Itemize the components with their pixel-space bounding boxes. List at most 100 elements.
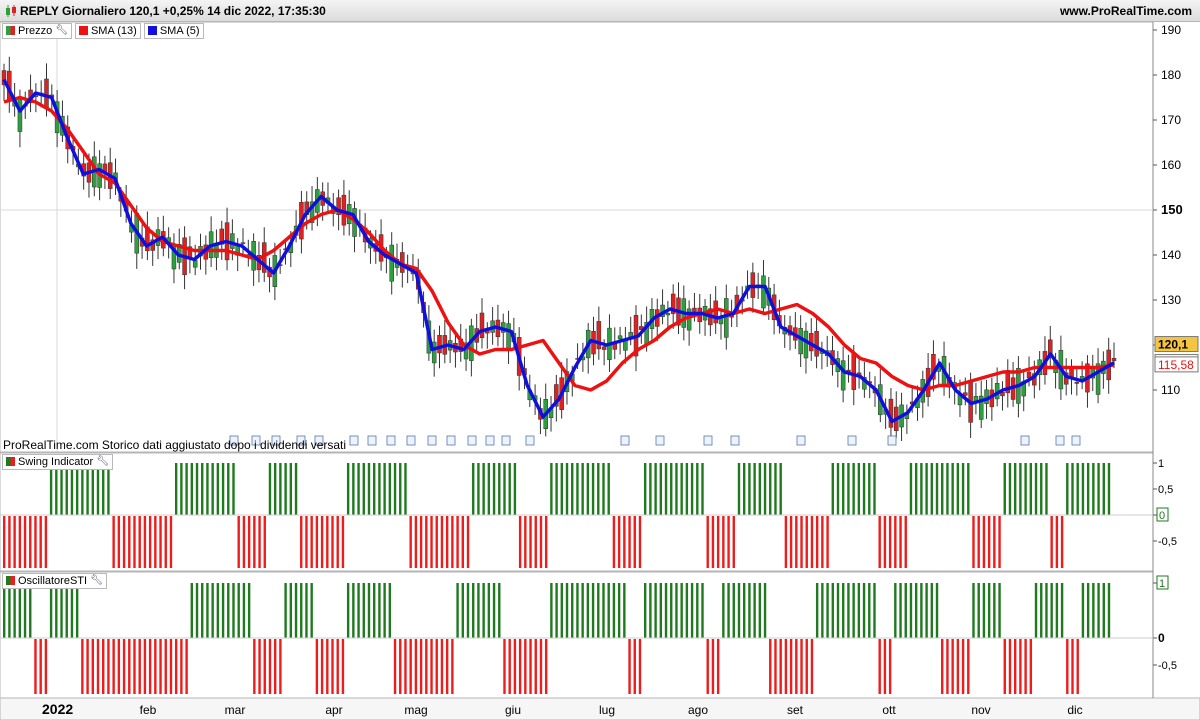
swing-bar: [164, 516, 167, 568]
swing-bar: [654, 463, 657, 515]
dividend-icon: [501, 435, 511, 446]
osc-bar: [852, 583, 855, 638]
swing-bar: [305, 516, 308, 568]
osc-bar: [336, 639, 339, 694]
swing-bar: [748, 463, 751, 515]
osc-bar: [195, 583, 199, 638]
swing-bar: [65, 463, 68, 515]
osc-bar: [122, 639, 126, 694]
swing-bar: [326, 516, 329, 568]
swing-bar: [112, 516, 115, 568]
swing-bar: [440, 516, 444, 568]
swing-bar: [555, 463, 558, 515]
chart-canvas[interactable]: 1901801701601501401301201102022febmarapr…: [0, 0, 1200, 720]
osc-bar: [1107, 583, 1111, 638]
candle-body: [601, 346, 607, 350]
y-tick-label: 110: [1161, 383, 1180, 397]
osc-bar: [815, 583, 819, 638]
swing-bar: [1071, 463, 1074, 515]
swing-bar: [831, 463, 834, 515]
osc-bar: [513, 639, 517, 694]
candle-body: [479, 312, 485, 339]
osc-bar: [555, 583, 558, 638]
swing-bar: [180, 463, 183, 515]
swing-bar: [993, 516, 996, 568]
swing-bar: [331, 516, 334, 568]
swing-bar: [284, 463, 287, 515]
swing-bar: [795, 516, 798, 568]
swing-bar: [1019, 463, 1022, 515]
swing-bar: [461, 516, 464, 568]
osc-bar: [878, 639, 881, 694]
osc-bar: [935, 583, 939, 638]
osc-bar: [289, 583, 293, 638]
candle-body: [1026, 371, 1032, 378]
osc-bar: [941, 639, 944, 694]
osc-bar: [461, 583, 464, 638]
swing-bar: [769, 463, 772, 515]
osc-swatch-icon: [6, 576, 15, 585]
swing-bar: [914, 463, 918, 515]
swing-bar: [1081, 463, 1085, 515]
swing-bar: [148, 516, 152, 568]
osc-y-tick-label: 0: [1158, 631, 1165, 645]
wrench-icon[interactable]: 🔧︎: [96, 456, 109, 467]
swing-bar: [576, 463, 579, 515]
osc-bar: [1003, 639, 1006, 694]
candle-body: [798, 328, 803, 355]
swing-bar: [29, 516, 32, 568]
wrench-icon[interactable]: 🔧︎: [90, 575, 103, 586]
swing-bar: [774, 463, 777, 515]
osc-bar: [550, 583, 553, 638]
osc-bar: [357, 583, 360, 638]
swing-bar: [211, 463, 214, 515]
swing-bar: [55, 463, 58, 515]
candle-body: [17, 97, 23, 132]
osc-bar: [482, 583, 485, 638]
swing-bar: [591, 463, 595, 515]
dividend-icon: [887, 435, 897, 446]
swing-bar: [904, 516, 907, 568]
site-link[interactable]: www.ProRealTime.com: [1060, 4, 1192, 18]
legend-price[interactable]: Prezzo 🔧︎: [2, 22, 72, 39]
osc-bar: [508, 639, 511, 694]
swing-bar: [388, 463, 392, 515]
swing-bar: [977, 516, 980, 568]
osc-bar: [128, 639, 131, 694]
osc-bar: [789, 639, 793, 694]
legend-osc[interactable]: OscillatoreSTI 🔧︎: [2, 572, 107, 589]
candle-body: [44, 78, 49, 109]
swing-bar: [1055, 516, 1059, 568]
osc-bar: [539, 639, 543, 694]
osc-bar: [154, 639, 157, 694]
osc-bar: [909, 583, 913, 638]
legend-swing[interactable]: Swing Indicator 🔧︎: [2, 453, 113, 470]
legend-sma5[interactable]: SMA (5): [143, 22, 204, 39]
osc-bar: [75, 583, 79, 638]
osc-bar: [826, 583, 829, 638]
osc-bar: [472, 583, 475, 638]
swing-bar: [466, 516, 470, 568]
swing-bar: [862, 463, 866, 515]
swing-bar: [732, 516, 735, 568]
legend-sma13[interactable]: SMA (13): [74, 22, 141, 39]
swing-bar: [815, 516, 819, 568]
swing-bar: [86, 463, 89, 515]
candle-body: [713, 300, 718, 324]
osc-bar: [643, 583, 647, 638]
swing-bar: [174, 463, 178, 515]
osc-bar: [1066, 639, 1069, 694]
osc-bar: [883, 639, 887, 694]
swing-bar: [268, 463, 272, 515]
swing-bar: [508, 463, 511, 515]
osc-bar: [690, 583, 694, 638]
osc-bar: [716, 639, 720, 694]
osc-bar: [112, 639, 115, 694]
dividend-icon: [730, 435, 740, 446]
osc-bar: [659, 583, 663, 638]
swing-bar: [706, 516, 709, 568]
swing-bar: [638, 516, 642, 568]
osc-bar: [920, 583, 923, 638]
wrench-icon[interactable]: 🔧︎: [55, 25, 68, 36]
osc-bar: [440, 639, 444, 694]
